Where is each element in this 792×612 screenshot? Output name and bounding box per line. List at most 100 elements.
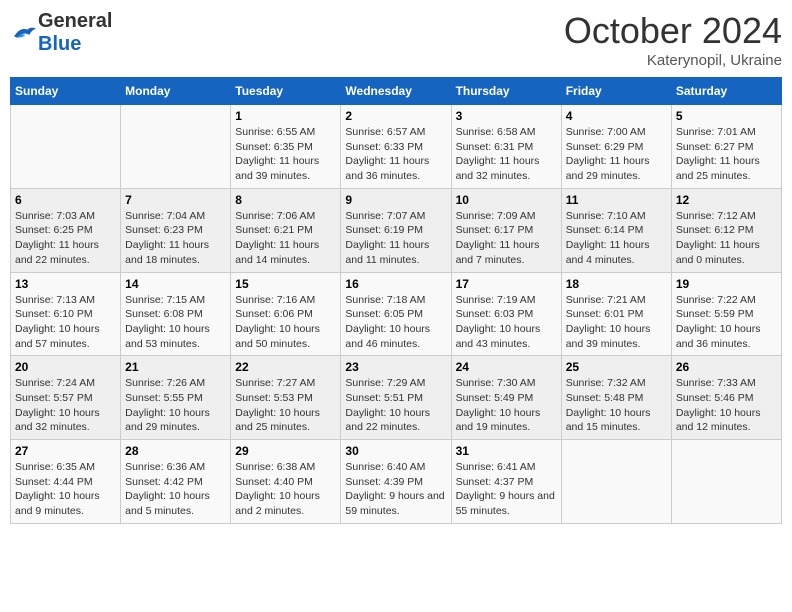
calendar-cell: 19Sunrise: 7:22 AM Sunset: 5:59 PM Dayli… bbox=[671, 272, 781, 356]
calendar-cell: 21 Sunrise: 7:26 AM Sunset: 5:55 PM Dayli… bbox=[121, 356, 231, 440]
calendar-body: 1 Sunrise: 6:55 AM Sunset: 6:35 PM Daylig… bbox=[11, 105, 782, 524]
day-info: Sunrise: 7:12 AM Sunset: 6:12 PM Dayligh… bbox=[676, 209, 777, 268]
calendar-cell: 12 Sunrise: 7:12 AM Sunset: 6:12 PM Dayli… bbox=[671, 188, 781, 272]
day-info: Sunrise: 7:09 AM Sunset: 6:17 PM Dayligh… bbox=[456, 209, 557, 268]
day-info: Sunrise: 6:35 AM Sunset: 4:44 PM Dayligh… bbox=[15, 460, 116, 519]
day-number: 26 bbox=[676, 360, 777, 374]
calendar-cell: 2 Sunrise: 6:57 AM Sunset: 6:33 PM Daylig… bbox=[341, 105, 451, 189]
calendar-cell: 28Sunrise: 6:36 AM Sunset: 4:42 PM Dayli… bbox=[121, 440, 231, 524]
weekday-header-cell: Friday bbox=[561, 78, 671, 105]
calendar-cell bbox=[121, 105, 231, 189]
day-number: 22 bbox=[235, 360, 336, 374]
calendar-cell: 11Sunrise: 7:10 AM Sunset: 6:14 PM Dayli… bbox=[561, 188, 671, 272]
calendar-cell bbox=[11, 105, 121, 189]
day-number: 12 bbox=[676, 193, 777, 207]
day-info: Sunrise: 6:38 AM Sunset: 4:40 PM Dayligh… bbox=[235, 460, 336, 519]
day-info: Sunrise: 7:19 AM Sunset: 6:03 PM Dayligh… bbox=[456, 293, 557, 352]
calendar-cell: 26 Sunrise: 7:33 AM Sunset: 5:46 PM Dayli… bbox=[671, 356, 781, 440]
day-number: 31 bbox=[456, 444, 557, 458]
logo-blue: Blue bbox=[38, 33, 112, 56]
weekday-header-cell: Saturday bbox=[671, 78, 781, 105]
day-number: 30 bbox=[345, 444, 446, 458]
calendar-week-row: 13Sunrise: 7:13 AM Sunset: 6:10 PM Dayli… bbox=[11, 272, 782, 356]
day-info: Sunrise: 7:26 AM Sunset: 5:55 PM Dayligh… bbox=[125, 376, 226, 435]
calendar-cell bbox=[561, 440, 671, 524]
calendar-week-row: 6 Sunrise: 7:03 AM Sunset: 6:25 PM Daylig… bbox=[11, 188, 782, 272]
day-info: Sunrise: 7:24 AM Sunset: 5:57 PM Dayligh… bbox=[15, 376, 116, 435]
day-info: Sunrise: 7:16 AM Sunset: 6:06 PM Dayligh… bbox=[235, 293, 336, 352]
day-info: Sunrise: 7:07 AM Sunset: 6:19 PM Dayligh… bbox=[345, 209, 446, 268]
calendar-cell: 25Sunrise: 7:32 AM Sunset: 5:48 PM Dayli… bbox=[561, 356, 671, 440]
day-info: Sunrise: 7:13 AM Sunset: 6:10 PM Dayligh… bbox=[15, 293, 116, 352]
day-info: Sunrise: 6:57 AM Sunset: 6:33 PM Dayligh… bbox=[345, 125, 446, 184]
day-number: 24 bbox=[456, 360, 557, 374]
calendar-cell: 7 Sunrise: 7:04 AM Sunset: 6:23 PM Daylig… bbox=[121, 188, 231, 272]
day-number: 3 bbox=[456, 109, 557, 123]
day-info: Sunrise: 6:36 AM Sunset: 4:42 PM Dayligh… bbox=[125, 460, 226, 519]
month-title: October 2024 bbox=[564, 10, 782, 52]
day-number: 7 bbox=[125, 193, 226, 207]
day-number: 20 bbox=[15, 360, 116, 374]
calendar-cell: 4Sunrise: 7:00 AM Sunset: 6:29 PM Daylig… bbox=[561, 105, 671, 189]
calendar-cell: 29 Sunrise: 6:38 AM Sunset: 4:40 PM Dayli… bbox=[231, 440, 341, 524]
weekday-header-cell: Thursday bbox=[451, 78, 561, 105]
calendar-week-row: 27Sunrise: 6:35 AM Sunset: 4:44 PM Dayli… bbox=[11, 440, 782, 524]
day-info: Sunrise: 7:04 AM Sunset: 6:23 PM Dayligh… bbox=[125, 209, 226, 268]
calendar-cell: 3 Sunrise: 6:58 AM Sunset: 6:31 PM Daylig… bbox=[451, 105, 561, 189]
day-number: 10 bbox=[456, 193, 557, 207]
day-number: 4 bbox=[566, 109, 667, 123]
day-info: Sunrise: 7:32 AM Sunset: 5:48 PM Dayligh… bbox=[566, 376, 667, 435]
calendar-week-row: 20 Sunrise: 7:24 AM Sunset: 5:57 PM Dayli… bbox=[11, 356, 782, 440]
logo: General Blue bbox=[10, 10, 112, 56]
calendar-cell: 16Sunrise: 7:18 AM Sunset: 6:05 PM Dayli… bbox=[341, 272, 451, 356]
calendar-cell: 10 Sunrise: 7:09 AM Sunset: 6:17 PM Dayli… bbox=[451, 188, 561, 272]
calendar-cell: 23Sunrise: 7:29 AM Sunset: 5:51 PM Dayli… bbox=[341, 356, 451, 440]
calendar-cell: 13Sunrise: 7:13 AM Sunset: 6:10 PM Dayli… bbox=[11, 272, 121, 356]
day-number: 2 bbox=[345, 109, 446, 123]
day-number: 16 bbox=[345, 277, 446, 291]
weekday-header-cell: Tuesday bbox=[231, 78, 341, 105]
day-info: Sunrise: 7:30 AM Sunset: 5:49 PM Dayligh… bbox=[456, 376, 557, 435]
calendar-cell: 5Sunrise: 7:01 AM Sunset: 6:27 PM Daylig… bbox=[671, 105, 781, 189]
weekday-header-cell: Sunday bbox=[11, 78, 121, 105]
calendar-cell: 27Sunrise: 6:35 AM Sunset: 4:44 PM Dayli… bbox=[11, 440, 121, 524]
day-info: Sunrise: 7:27 AM Sunset: 5:53 PM Dayligh… bbox=[235, 376, 336, 435]
weekday-header-cell: Monday bbox=[121, 78, 231, 105]
day-info: Sunrise: 6:58 AM Sunset: 6:31 PM Dayligh… bbox=[456, 125, 557, 184]
day-info: Sunrise: 7:03 AM Sunset: 6:25 PM Dayligh… bbox=[15, 209, 116, 268]
weekday-header-row: SundayMondayTuesdayWednesdayThursdayFrid… bbox=[11, 78, 782, 105]
calendar-cell: 8 Sunrise: 7:06 AM Sunset: 6:21 PM Daylig… bbox=[231, 188, 341, 272]
logo-bird-icon bbox=[10, 23, 38, 43]
logo-text: General Blue bbox=[38, 10, 112, 56]
day-info: Sunrise: 7:06 AM Sunset: 6:21 PM Dayligh… bbox=[235, 209, 336, 268]
calendar-cell: 24 Sunrise: 7:30 AM Sunset: 5:49 PM Dayli… bbox=[451, 356, 561, 440]
calendar: SundayMondayTuesdayWednesdayThursdayFrid… bbox=[10, 77, 782, 524]
calendar-cell: 1 Sunrise: 6:55 AM Sunset: 6:35 PM Daylig… bbox=[231, 105, 341, 189]
calendar-week-row: 1 Sunrise: 6:55 AM Sunset: 6:35 PM Daylig… bbox=[11, 105, 782, 189]
day-number: 14 bbox=[125, 277, 226, 291]
day-info: Sunrise: 6:55 AM Sunset: 6:35 PM Dayligh… bbox=[235, 125, 336, 184]
title-area: October 2024 Katerynopil, Ukraine bbox=[564, 10, 782, 69]
day-number: 1 bbox=[235, 109, 336, 123]
weekday-header-cell: Wednesday bbox=[341, 78, 451, 105]
calendar-cell: 15Sunrise: 7:16 AM Sunset: 6:06 PM Dayli… bbox=[231, 272, 341, 356]
day-number: 5 bbox=[676, 109, 777, 123]
day-number: 8 bbox=[235, 193, 336, 207]
day-number: 18 bbox=[566, 277, 667, 291]
calendar-cell: 18 Sunrise: 7:21 AM Sunset: 6:01 PM Dayli… bbox=[561, 272, 671, 356]
calendar-cell bbox=[671, 440, 781, 524]
day-number: 29 bbox=[235, 444, 336, 458]
day-number: 11 bbox=[566, 193, 667, 207]
header: General Blue October 2024 Katerynopil, U… bbox=[10, 10, 782, 69]
logo-general: General bbox=[38, 10, 112, 33]
day-number: 21 bbox=[125, 360, 226, 374]
day-number: 23 bbox=[345, 360, 446, 374]
day-info: Sunrise: 7:21 AM Sunset: 6:01 PM Dayligh… bbox=[566, 293, 667, 352]
day-info: Sunrise: 7:33 AM Sunset: 5:46 PM Dayligh… bbox=[676, 376, 777, 435]
calendar-cell: 14Sunrise: 7:15 AM Sunset: 6:08 PM Dayli… bbox=[121, 272, 231, 356]
calendar-cell: 22 Sunrise: 7:27 AM Sunset: 5:53 PM Dayli… bbox=[231, 356, 341, 440]
day-number: 6 bbox=[15, 193, 116, 207]
day-info: Sunrise: 7:22 AM Sunset: 5:59 PM Dayligh… bbox=[676, 293, 777, 352]
calendar-cell: 31Sunrise: 6:41 AM Sunset: 4:37 PM Dayli… bbox=[451, 440, 561, 524]
calendar-cell: 9Sunrise: 7:07 AM Sunset: 6:19 PM Daylig… bbox=[341, 188, 451, 272]
